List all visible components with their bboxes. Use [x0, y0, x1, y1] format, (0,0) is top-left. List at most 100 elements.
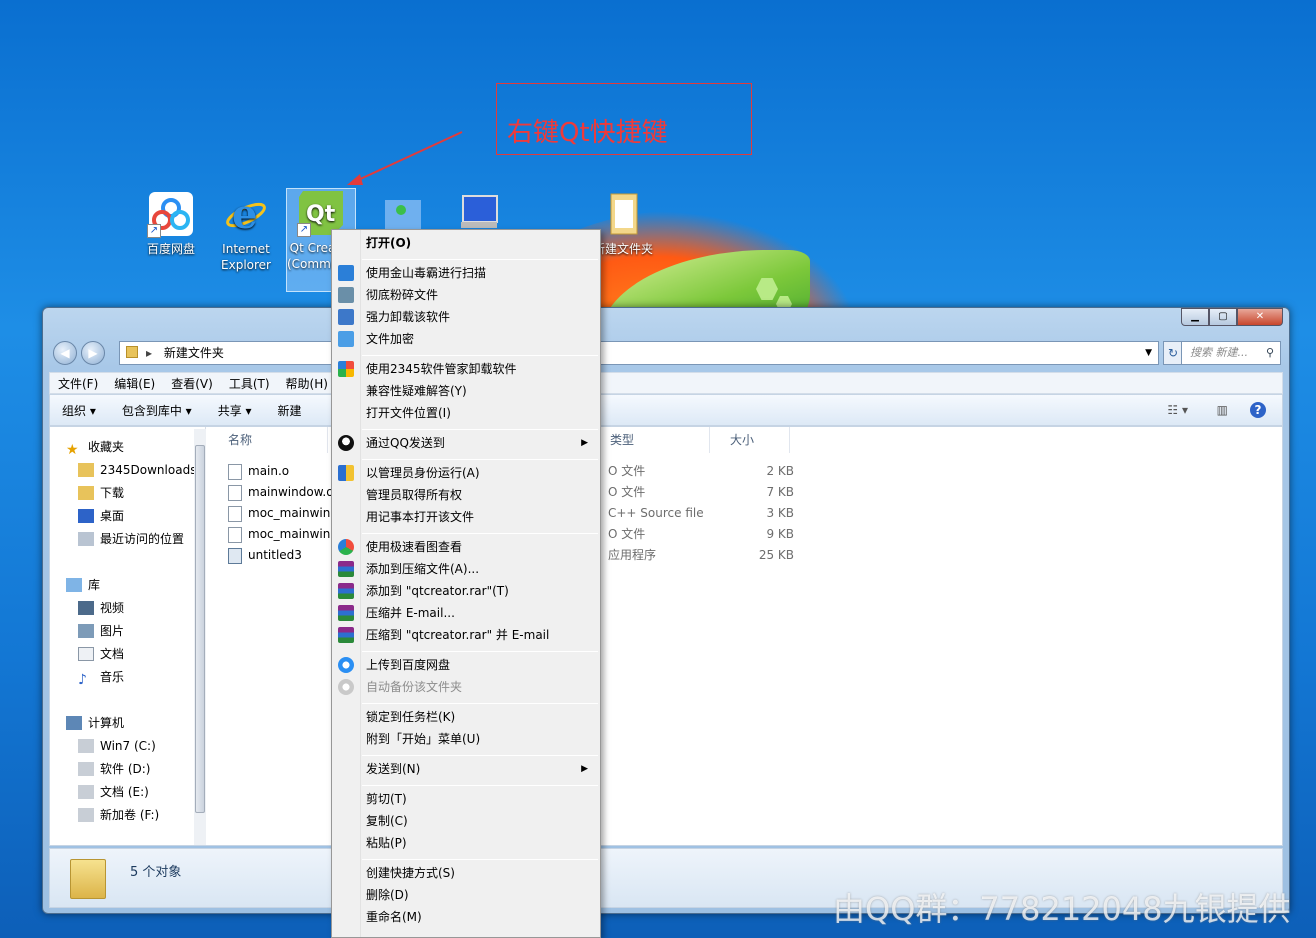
include-in-library-button[interactable]: 包含到库中 ▾	[122, 402, 192, 419]
watermark-text: 由QQ群：778212048九银提供	[833, 890, 1291, 928]
search-placeholder: 搜索 新建...	[1190, 346, 1248, 359]
shortcut-arrow-icon: ↗	[297, 223, 311, 237]
menu-label: 兼容性疑难解答(Y)	[366, 384, 467, 398]
menu-item-pin-taskbar[interactable]: 锁定到任务栏(K)	[334, 706, 598, 728]
menu-item-copy[interactable]: 复制(C)	[334, 810, 598, 832]
help-icon[interactable]: ?	[1250, 402, 1266, 418]
menu-item-pin-start[interactable]: 附到「开始」菜单(U)	[334, 728, 598, 750]
nav-item-videos[interactable]: 视频	[78, 598, 124, 618]
menu-item-force-uninstall[interactable]: 强力卸载该软件	[334, 306, 598, 328]
nav-item-drive-e[interactable]: 文档 (E:)	[78, 782, 149, 802]
nav-computer[interactable]: 计算机	[66, 713, 124, 733]
nav-item-pictures[interactable]: 图片	[78, 621, 124, 641]
new-folder-button[interactable]: 新建	[278, 402, 302, 419]
column-header-type[interactable]: 类型	[590, 427, 710, 453]
qq-penguin-icon	[338, 435, 354, 451]
search-input[interactable]: 搜索 新建... ⚲	[1181, 341, 1281, 365]
back-button[interactable]: ◀	[53, 341, 77, 365]
address-bar[interactable]: ▸ 新建文件夹 ▼	[119, 341, 1159, 365]
share-button[interactable]: 共享 ▾	[218, 402, 252, 419]
menu-item-send-to[interactable]: 发送到(N) ▶	[334, 758, 598, 780]
menu-item-image-viewer[interactable]: 使用极速看图查看	[334, 536, 598, 558]
nav-libraries[interactable]: 库	[66, 575, 100, 595]
nav-item-desktop[interactable]: 桌面	[78, 506, 124, 526]
menu-item-cut[interactable]: 剪切(T)	[334, 788, 598, 810]
menu-label: 打开文件位置(I)	[366, 406, 451, 420]
menu-label: 使用2345软件管家卸载软件	[366, 362, 517, 376]
menu-item-delete[interactable]: 删除(D)	[334, 884, 598, 906]
document-icon	[78, 647, 94, 661]
menu-item-add-archive[interactable]: 添加到压缩文件(A)...	[334, 558, 598, 580]
breadcrumb[interactable]: 新建文件夹	[164, 346, 224, 360]
menu-separator	[362, 259, 598, 260]
menu-item-create-shortcut[interactable]: 创建快捷方式(S)	[334, 862, 598, 884]
nav-favorites[interactable]: ★ 收藏夹	[66, 437, 124, 458]
nav-item-documents[interactable]: 文档	[78, 644, 124, 664]
menu-label: 文件加密	[366, 332, 415, 346]
menu-bar: 文件(F) 编辑(E) 查看(V) 工具(T) 帮助(H)	[49, 372, 1283, 394]
nav-item-drive-f[interactable]: 新加卷 (F:)	[78, 805, 159, 825]
forward-button[interactable]: ▶	[81, 341, 105, 365]
menu-separator	[362, 785, 598, 786]
menu-help[interactable]: 帮助(H)	[286, 375, 328, 392]
nav-item-music[interactable]: ♪ 音乐	[78, 667, 124, 688]
menu-item-open[interactable]: 打开(O)	[334, 232, 598, 254]
folder-icon	[70, 859, 106, 899]
menu-label: 添加到 "qtcreator.rar"(T)	[366, 584, 509, 598]
desktop-icon-internet-explorer[interactable]: e Internet Explorer	[211, 190, 281, 273]
menu-item-rename[interactable]: 重命名(M)	[334, 906, 598, 928]
file-row-name[interactable]: untitled3	[228, 545, 302, 566]
submenu-arrow-icon: ▶	[581, 438, 588, 448]
refresh-icon[interactable]: ↻	[1163, 341, 1183, 365]
menu-item-compress-email[interactable]: 压缩并 E-mail...	[334, 602, 598, 624]
column-header-name[interactable]: 名称	[208, 427, 328, 453]
menu-item-compatibility[interactable]: 兼容性疑难解答(Y)	[334, 380, 598, 402]
file-row-name[interactable]: mainwindow.o	[228, 482, 334, 503]
menu-item-2345-uninstall[interactable]: 使用2345软件管家卸载软件	[334, 358, 598, 380]
image-viewer-icon	[338, 539, 354, 555]
file-row-name[interactable]: main.o	[228, 461, 289, 482]
menu-item-open-notepad[interactable]: 用记事本打开该文件	[334, 506, 598, 528]
menu-item-compress-rar-email[interactable]: 压缩到 "qtcreator.rar" 并 E-mail	[334, 624, 598, 646]
uac-shield-icon	[338, 465, 354, 481]
nav-item-2345downloads[interactable]: 2345Downloads	[78, 460, 196, 480]
menu-item-run-as-admin[interactable]: 以管理员身份运行(A)	[334, 462, 598, 484]
nav-scrollbar[interactable]	[194, 429, 206, 845]
menu-item-shred[interactable]: 彻底粉碎文件	[334, 284, 598, 306]
menu-item-add-to-rar[interactable]: 添加到 "qtcreator.rar"(T)	[334, 580, 598, 602]
menu-file[interactable]: 文件(F)	[58, 375, 98, 392]
scrollbar-thumb[interactable]	[195, 445, 205, 813]
download-folder-icon	[78, 486, 94, 500]
preview-pane-icon[interactable]: ▥	[1217, 403, 1228, 417]
column-header-size[interactable]: 大小	[710, 427, 790, 453]
menu-label: 打开(O)	[366, 236, 412, 250]
explorer-window: ▁ ▢ ✕ ◀ ▶ ▸ 新建文件夹 ▼ ↻ 搜索 新建... ⚲ 文件(F) 编…	[42, 307, 1290, 914]
nav-item-downloads[interactable]: 下载	[78, 483, 124, 503]
menu-edit[interactable]: 编辑(E)	[114, 375, 155, 392]
chevron-down-icon[interactable]: ▼	[1145, 342, 1152, 364]
menu-item-paste[interactable]: 粘贴(P)	[334, 832, 598, 854]
nav-item-drive-d[interactable]: 软件 (D:)	[78, 759, 150, 779]
minimize-button[interactable]: ▁	[1181, 308, 1209, 326]
nav-item-drive-c[interactable]: Win7 (C:)	[78, 736, 156, 756]
menu-tools[interactable]: 工具(T)	[229, 375, 270, 392]
video-icon	[78, 601, 94, 615]
menu-item-open-location[interactable]: 打开文件位置(I)	[334, 402, 598, 424]
shredder-icon	[338, 287, 354, 303]
menu-item-take-ownership[interactable]: 管理员取得所有权	[334, 484, 598, 506]
column-label: 类型	[610, 433, 635, 447]
windows-drive-icon	[78, 739, 94, 753]
desktop-icon-baidu-netdisk[interactable]: ↗ 百度网盘	[136, 190, 206, 257]
close-button[interactable]: ✕	[1237, 308, 1283, 326]
maximize-button[interactable]: ▢	[1209, 308, 1237, 326]
menu-item-kingsoft-scan[interactable]: 使用金山毒霸进行扫描	[334, 262, 598, 284]
nav-item-recent[interactable]: 最近访问的位置	[78, 529, 184, 549]
menu-item-encrypt[interactable]: 文件加密	[334, 328, 598, 350]
menu-view[interactable]: 查看(V)	[171, 375, 213, 392]
winrar-icon	[338, 627, 354, 643]
organize-button[interactable]: 组织 ▾	[62, 402, 96, 419]
menu-item-upload-baidu[interactable]: 上传到百度网盘	[334, 654, 598, 676]
view-options-icon[interactable]: ☷ ▾	[1167, 403, 1188, 417]
menu-item-qq-send[interactable]: 通过QQ发送到 ▶	[334, 432, 598, 454]
nav-label: 最近访问的位置	[100, 532, 185, 546]
